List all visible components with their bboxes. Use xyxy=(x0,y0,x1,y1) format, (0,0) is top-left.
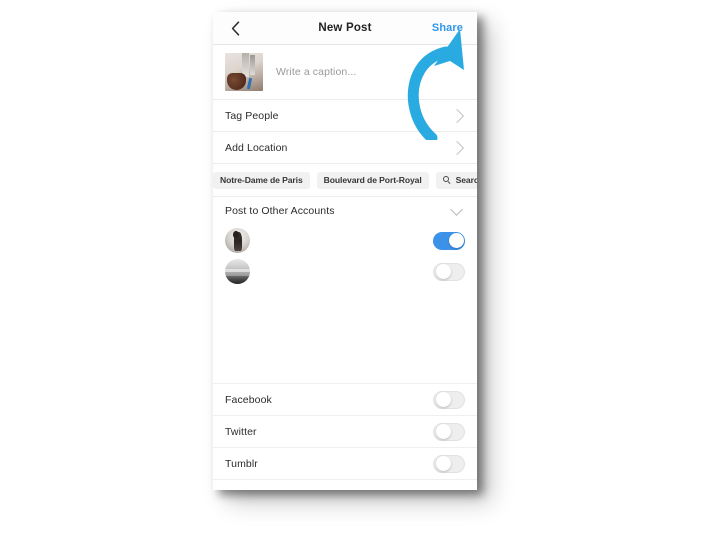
twitter-toggle[interactable] xyxy=(433,422,465,441)
caption-row[interactable]: Write a caption... xyxy=(213,45,477,100)
location-search-chip[interactable]: Search xyxy=(435,171,477,189)
chevron-right-icon xyxy=(449,108,465,123)
facebook-toggle[interactable] xyxy=(433,390,465,409)
caption-input[interactable]: Write a caption... xyxy=(276,66,356,78)
social-row-facebook[interactable]: Facebook xyxy=(213,383,477,415)
account-toggle[interactable] xyxy=(433,231,465,250)
location-chip-port-royal[interactable]: Boulevard de Port-Royal xyxy=(316,171,429,189)
location-chip-label: Notre-Dame de Paris xyxy=(220,175,303,185)
chevron-right-icon xyxy=(449,140,465,155)
location-suggestions: Notre-Dame de Paris Boulevard de Port-Ro… xyxy=(213,164,477,197)
location-chip-label: Boulevard de Port-Royal xyxy=(323,175,422,185)
row-tag-people-label: Tag People xyxy=(225,109,279,122)
social-row-twitter[interactable]: Twitter xyxy=(213,415,477,447)
avatar-person-icon xyxy=(225,228,250,253)
avatar-landscape-icon xyxy=(225,259,250,284)
account-row[interactable] xyxy=(213,225,477,256)
location-search-label: Search xyxy=(455,175,477,185)
social-row-tumblr[interactable]: Tumblr xyxy=(213,447,477,479)
accounts-section-header[interactable]: Post to Other Accounts xyxy=(213,197,477,225)
nav-bar: New Post Share xyxy=(213,12,477,45)
social-row-facebook-label: Facebook xyxy=(225,393,272,406)
row-add-location-label: Add Location xyxy=(225,141,288,154)
photo-thumbnail[interactable] xyxy=(225,53,263,91)
row-tag-people[interactable]: Tag People xyxy=(213,100,477,132)
search-icon xyxy=(442,176,451,185)
social-row-twitter-label: Twitter xyxy=(225,425,257,438)
row-add-location[interactable]: Add Location xyxy=(213,132,477,164)
account-toggle[interactable] xyxy=(433,262,465,281)
account-row[interactable] xyxy=(213,256,477,287)
bottom-padding xyxy=(213,479,477,490)
location-chip-notre-dame[interactable]: Notre-Dame de Paris xyxy=(213,171,310,189)
accounts-section-title: Post to Other Accounts xyxy=(225,205,335,217)
social-row-tumblr-label: Tumblr xyxy=(225,457,258,470)
content-spacer xyxy=(213,287,477,383)
chevron-down-icon[interactable] xyxy=(450,203,463,216)
share-button[interactable]: Share xyxy=(432,12,463,44)
tumblr-toggle[interactable] xyxy=(433,454,465,473)
phone-screen-card: New Post Share Write a caption... Tag Pe… xyxy=(213,12,477,490)
